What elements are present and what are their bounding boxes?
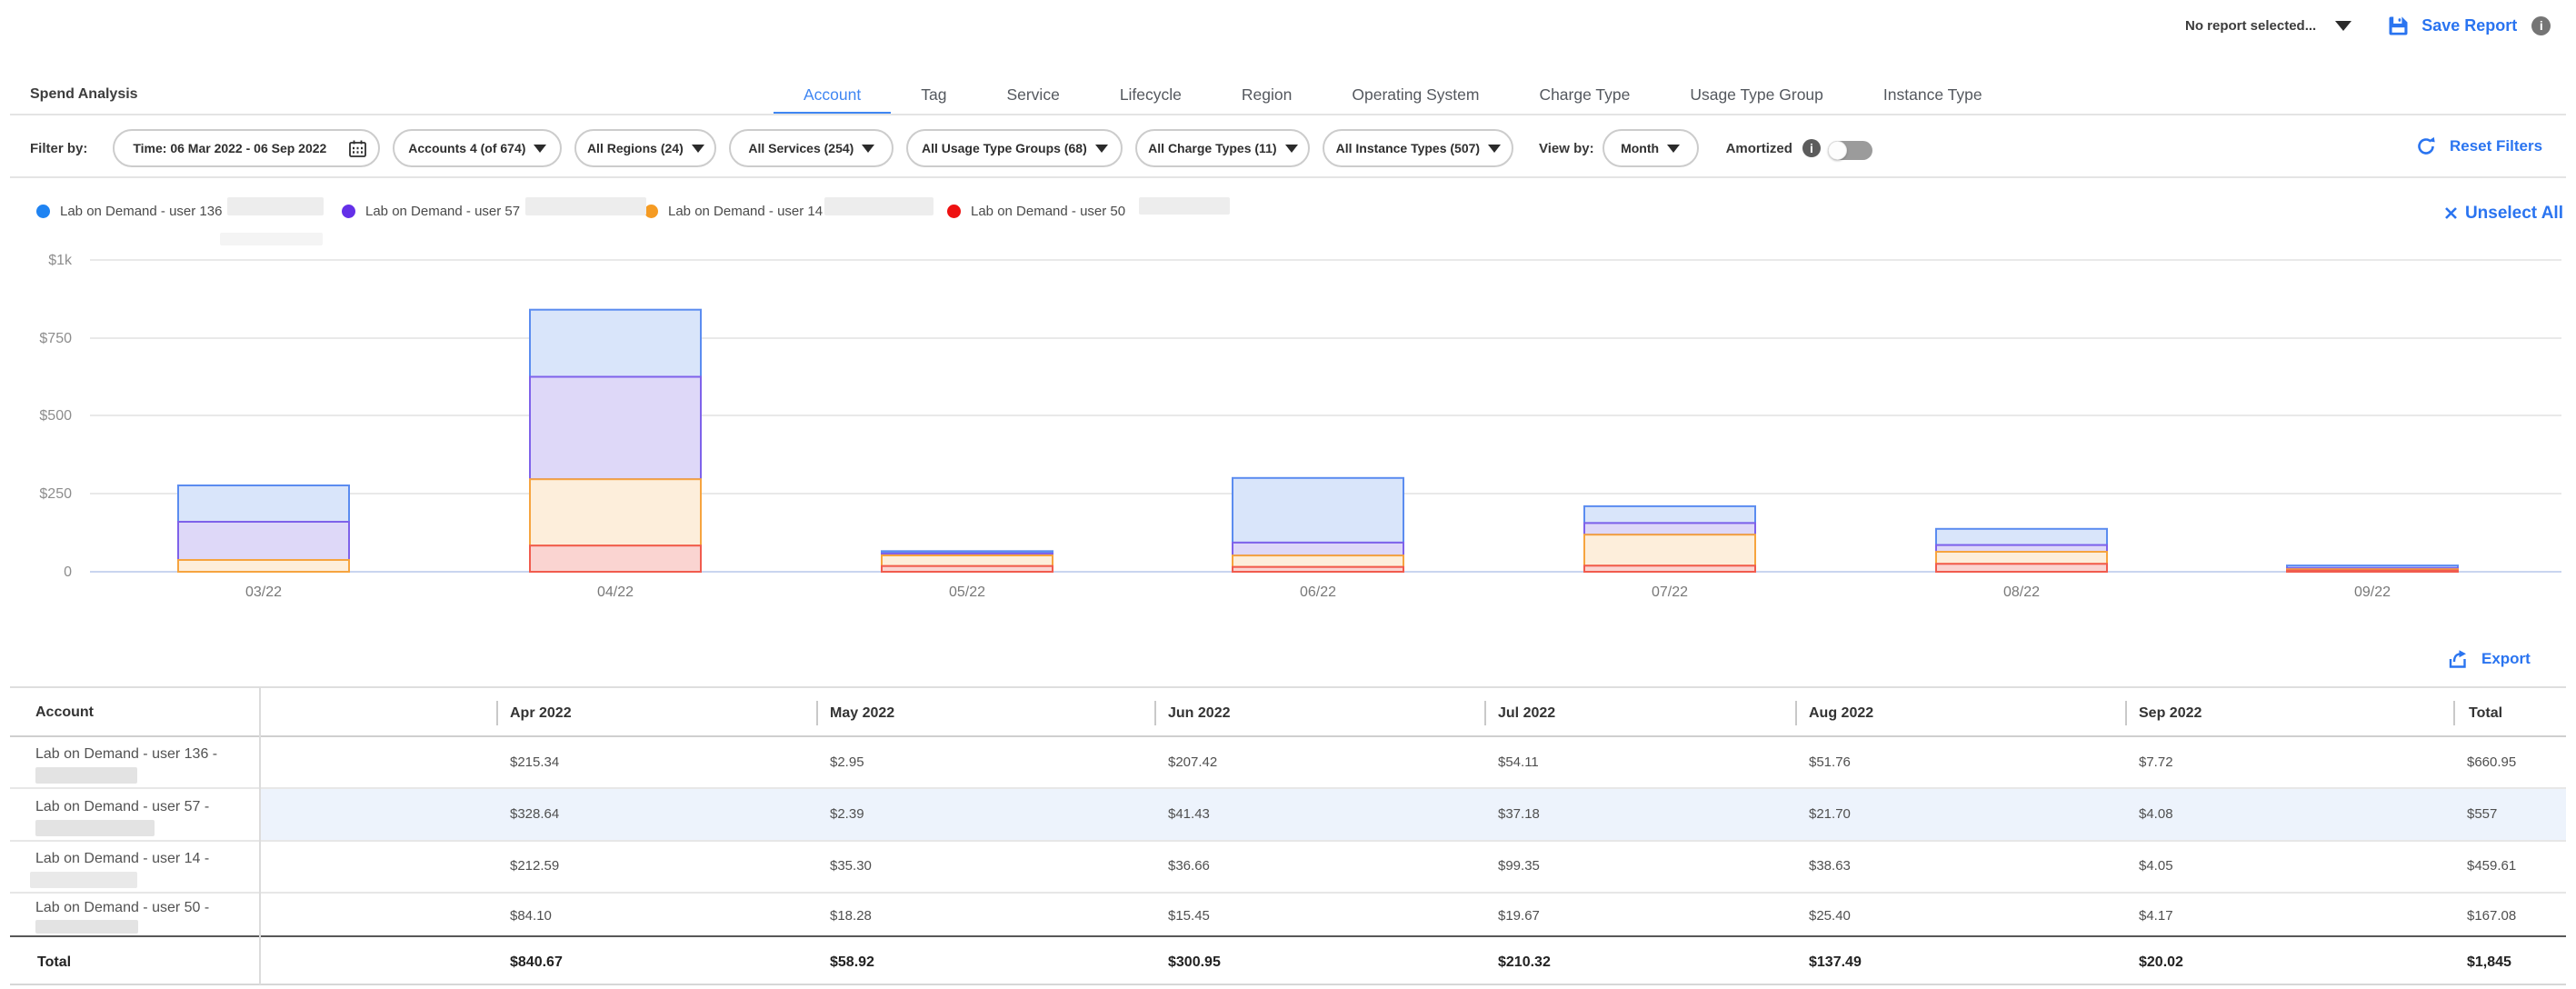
svg-text:05/22: 05/22 — [949, 584, 985, 600]
svg-text:04/22: 04/22 — [597, 584, 634, 600]
svg-text:03/22: 03/22 — [245, 584, 282, 600]
svg-text:$750: $750 — [39, 331, 72, 346]
svg-text:09/22: 09/22 — [2354, 584, 2391, 600]
svg-text:0: 0 — [64, 564, 72, 580]
svg-text:$250: $250 — [39, 486, 72, 502]
svg-text:$1k: $1k — [48, 253, 73, 268]
svg-text:06/22: 06/22 — [1300, 584, 1336, 600]
svg-text:$500: $500 — [39, 408, 72, 424]
svg-text:08/22: 08/22 — [2003, 584, 2040, 600]
svg-text:07/22: 07/22 — [1652, 584, 1688, 600]
